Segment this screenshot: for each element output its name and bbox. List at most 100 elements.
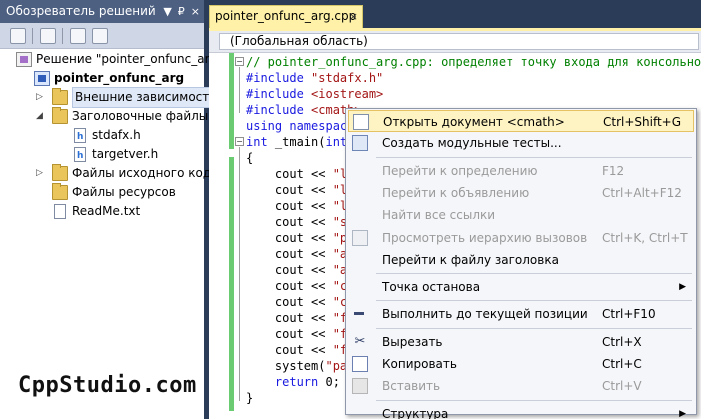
code-line: cout << "a bbox=[246, 262, 347, 278]
code-line: #include <iostream> bbox=[246, 86, 383, 102]
view-code-icon[interactable] bbox=[70, 28, 86, 44]
tree-expander-icon[interactable]: ◢ bbox=[36, 107, 46, 126]
close-tab-icon[interactable]: × bbox=[349, 6, 358, 27]
fold-guide bbox=[239, 67, 240, 113]
fold-toggle-icon[interactable]: − bbox=[235, 137, 244, 146]
menu-item-label: Вырезать bbox=[382, 334, 443, 349]
fold-toggle-icon[interactable]: − bbox=[235, 57, 244, 66]
code-line: cout << "c bbox=[246, 294, 347, 310]
code-token: cout << bbox=[246, 215, 333, 229]
menu-item-shortcut: Ctrl+K, Ctrl+T bbox=[602, 230, 688, 245]
code-token: cout << bbox=[246, 343, 333, 357]
menu-separator bbox=[376, 327, 692, 329]
project-icon bbox=[34, 71, 50, 86]
menu-item-label: Перейти к файлу заголовка bbox=[382, 252, 559, 267]
code-line: cout << "f bbox=[246, 310, 347, 326]
menu-item-shortcut: Ctrl+C bbox=[602, 357, 642, 371]
menu-item: Вставить Ctrl+V bbox=[348, 375, 694, 397]
scope-dropdown[interactable]: (Глобальная область) bbox=[219, 33, 699, 50]
code-token: int bbox=[246, 135, 268, 149]
dropdown-icon[interactable]: ▼ bbox=[163, 0, 171, 23]
code-line: cout << "f bbox=[246, 342, 347, 358]
code-line: { bbox=[246, 150, 253, 166]
menu-item-shortcut: Ctrl+X bbox=[602, 334, 642, 349]
watermark: CppStudio.com bbox=[18, 373, 197, 398]
tree-item-label: targetver.h bbox=[92, 147, 159, 161]
menu-item-label: Точка останова bbox=[382, 280, 481, 295]
menu-item-label: Вставить bbox=[382, 379, 441, 394]
code-token: cout << bbox=[246, 327, 333, 341]
code-line: cout << "s bbox=[246, 214, 347, 230]
code-line: cout << "p bbox=[246, 230, 347, 246]
tree-expander-icon[interactable]: ▷ bbox=[36, 164, 46, 183]
code-token: #include bbox=[246, 71, 312, 85]
code-line: return 0; bbox=[246, 374, 340, 390]
code-token: #include bbox=[246, 87, 312, 101]
menu-item-shortcut: Ctrl+Alt+F12 bbox=[602, 185, 682, 200]
tree-item-label: Внешние зависимости bbox=[72, 87, 221, 108]
tree-expander-icon[interactable]: ▷ bbox=[36, 88, 46, 107]
folder-icon bbox=[52, 164, 68, 181]
editor-gutter bbox=[209, 53, 227, 419]
menu-item: Перейти к объявлению Ctrl+Alt+F12 bbox=[348, 182, 694, 204]
menu-item[interactable]: ✂ Вырезать Ctrl+X bbox=[348, 331, 694, 353]
folder-icon bbox=[52, 183, 68, 200]
menu-item[interactable]: Точка останова ▶ bbox=[348, 276, 694, 298]
menu-separator bbox=[376, 156, 692, 158]
menu-item-label: Копировать bbox=[382, 357, 457, 371]
menu-item: Просмотреть иерархию вызовов Ctrl+K, Ctrl… bbox=[348, 227, 694, 249]
menu-item-label: Создать модульные тесты... bbox=[382, 136, 562, 151]
tree-item-label: Заголовочные файлы bbox=[72, 109, 209, 123]
show-all-files-icon[interactable] bbox=[40, 28, 56, 44]
class-view-icon[interactable] bbox=[92, 28, 108, 44]
menu-item: Перейти к определению F12 bbox=[348, 160, 694, 182]
tab-label: pointer_onfunc_arg.cpp bbox=[215, 9, 357, 23]
solution-explorer-toolbar bbox=[0, 23, 204, 49]
code-token: #include bbox=[246, 103, 312, 117]
change-marker bbox=[229, 53, 234, 149]
code-token: cout << bbox=[246, 295, 333, 309]
open-document-icon bbox=[353, 114, 369, 130]
tree-item-label: Решение "pointer_onfunc_arg" bbox=[36, 52, 223, 66]
code-line: int _tmain(int bbox=[246, 134, 347, 150]
code-line: } bbox=[246, 390, 253, 406]
code-line: cout << "f bbox=[246, 326, 347, 342]
menu-item-shortcut: F12 bbox=[602, 163, 625, 178]
close-icon[interactable]: × bbox=[191, 0, 200, 23]
tree-item-label: Файлы исходного кода bbox=[72, 166, 219, 180]
code-token: <iostream> bbox=[311, 87, 384, 101]
code-token: cout << bbox=[246, 263, 333, 277]
header-file-icon bbox=[74, 147, 86, 166]
menu-item[interactable]: Копировать Ctrl+C bbox=[348, 353, 694, 375]
paste-icon bbox=[352, 378, 368, 395]
code-line: system("pa bbox=[246, 358, 347, 374]
menu-item-label: Просмотреть иерархию вызовов bbox=[382, 230, 588, 245]
tab-editor-file[interactable]: pointer_onfunc_arg.cpp × bbox=[209, 5, 363, 28]
properties-icon[interactable] bbox=[10, 28, 26, 44]
toolbar-separator bbox=[32, 28, 33, 44]
pin-icon[interactable]: ₽ bbox=[178, 0, 185, 23]
code-token: int bbox=[325, 135, 348, 149]
unit-test-icon bbox=[352, 135, 368, 152]
code-token: // pointer_onfunc_arg.cpp: определяет то… bbox=[246, 55, 701, 69]
code-line: using namespac bbox=[246, 118, 347, 134]
code-token: return bbox=[274, 375, 319, 389]
run-to-cursor-icon bbox=[352, 306, 368, 322]
menu-item[interactable]: Создать модульные тесты... bbox=[348, 132, 694, 154]
scope-bar: (Глобальная область) bbox=[209, 31, 701, 53]
copy-icon bbox=[352, 356, 368, 372]
menu-item[interactable]: Открыть документ <cmath> Ctrl+Shift+G bbox=[348, 110, 694, 132]
code-token: system( bbox=[246, 359, 326, 373]
menu-item[interactable]: Перейти к файлу заголовка bbox=[348, 249, 694, 271]
header-file-icon bbox=[74, 128, 86, 147]
menu-item[interactable]: Структура ▶ bbox=[348, 403, 694, 419]
code-token: cout << bbox=[246, 231, 333, 245]
menu-item[interactable]: Выполнить до текущей позиции Ctrl+F10 bbox=[348, 303, 694, 325]
code-token: cout << bbox=[246, 183, 333, 197]
menu-separator bbox=[376, 399, 692, 401]
code-token: { bbox=[246, 151, 254, 165]
solution-explorer-header: Обозреватель решений ▼ ₽ × bbox=[0, 0, 204, 23]
menu-item-label: Перейти к определению bbox=[382, 163, 538, 178]
code-line: cout << "l bbox=[246, 198, 347, 214]
folder-icon bbox=[52, 88, 68, 105]
